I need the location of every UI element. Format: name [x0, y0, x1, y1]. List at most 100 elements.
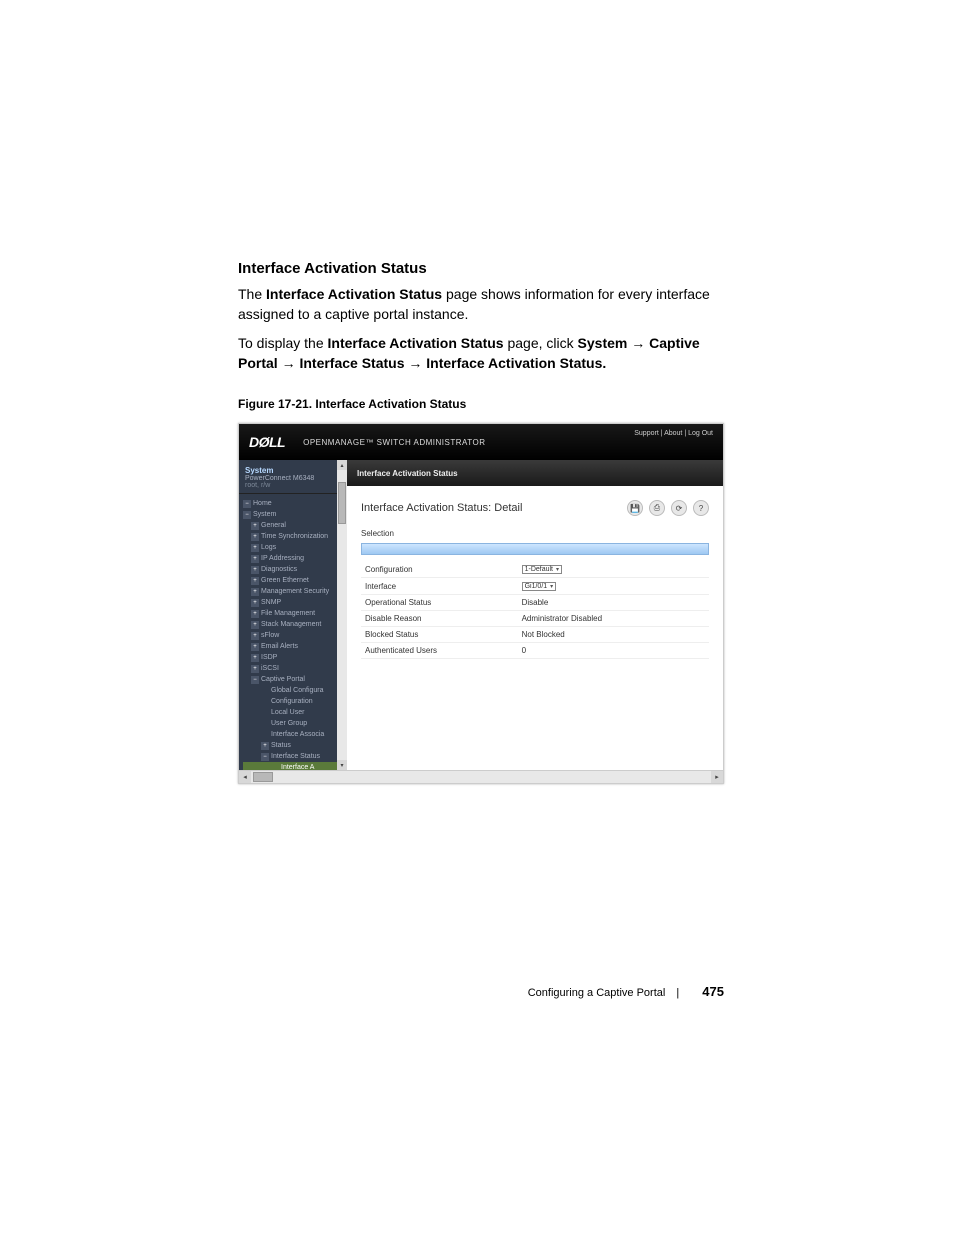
expand-icon[interactable]: + — [251, 555, 259, 563]
print-icon[interactable]: ⎙ — [649, 500, 665, 516]
expand-icon[interactable]: + — [251, 566, 259, 574]
section-heading: Interface Activation Status — [238, 260, 724, 277]
nav-item[interactable]: +Management Security — [243, 586, 347, 597]
logo: DØLL — [249, 434, 285, 450]
scroll-left-icon[interactable]: ◂ — [239, 771, 251, 783]
text: To display the — [238, 335, 328, 351]
expand-icon[interactable]: + — [261, 742, 269, 750]
nav-item[interactable]: Global Configura — [243, 685, 347, 696]
expand-icon[interactable]: + — [251, 599, 259, 607]
scrollbar-vertical[interactable]: ▴ ▾ — [337, 460, 347, 770]
blank-icon — [261, 687, 269, 695]
scroll-thumb[interactable] — [338, 482, 346, 524]
nav-item[interactable]: +Stack Management — [243, 619, 347, 630]
nav-item[interactable]: +Logs — [243, 542, 347, 553]
arrow: → — [627, 335, 649, 351]
expand-icon[interactable]: + — [251, 533, 259, 541]
sidebar-header: System PowerConnect M6348 root, r/w — [239, 460, 347, 494]
nav-item[interactable]: +iSCSI — [243, 663, 347, 674]
field-value: 1-Default▾ — [518, 561, 709, 578]
expand-icon[interactable]: + — [251, 577, 259, 585]
scrollbar-horizontal[interactable]: ◂ ▸ — [239, 770, 723, 783]
figure-caption: Figure 17-21. Interface Activation Statu… — [238, 397, 724, 411]
table-row: Blocked StatusNot Blocked — [361, 627, 709, 643]
refresh-icon[interactable]: ⟳ — [671, 500, 687, 516]
footer-sep: | — [676, 987, 679, 999]
collapse-icon[interactable]: − — [243, 500, 251, 508]
paragraph-2: To display the Interface Activation Stat… — [238, 334, 724, 373]
table-row: Authenticated Users0 — [361, 643, 709, 659]
nav-item[interactable]: +Green Ethernet — [243, 575, 347, 586]
expand-icon[interactable]: + — [251, 522, 259, 530]
expand-icon[interactable]: + — [251, 665, 259, 673]
scroll-up-icon[interactable]: ▴ — [337, 460, 347, 470]
expand-icon[interactable]: + — [251, 643, 259, 651]
nav-item[interactable]: +Email Alerts — [243, 641, 347, 652]
text-bold: Interface Activation Status — [328, 335, 504, 351]
nav-item[interactable]: +Time Synchronization — [243, 531, 347, 542]
nav-label: Stack Management — [261, 621, 321, 628]
nav-item[interactable]: −Interface Status — [243, 751, 347, 762]
expand-icon[interactable]: + — [251, 544, 259, 552]
expand-icon[interactable]: + — [251, 654, 259, 662]
nav-label: Green Ethernet — [261, 577, 309, 584]
panel-title: Interface Activation Status: Detail — [361, 502, 522, 514]
nav-label: Status — [271, 742, 291, 749]
scroll-right-icon[interactable]: ▸ — [711, 771, 723, 783]
nav-label: Captive Portal — [261, 676, 305, 683]
nav-label: File Management — [261, 610, 315, 617]
nav-item[interactable]: −Home — [243, 498, 347, 509]
nav-item[interactable]: User Group — [243, 718, 347, 729]
nav-label: Management Security — [261, 588, 329, 595]
header-links[interactable]: Support | About | Log Out — [634, 430, 713, 437]
collapse-icon[interactable]: − — [243, 511, 251, 519]
scroll-down-icon[interactable]: ▾ — [337, 760, 347, 770]
nav-item[interactable]: +Diagnostics — [243, 564, 347, 575]
dropdown[interactable]: 1-Default▾ — [522, 565, 562, 574]
field-label: Blocked Status — [361, 627, 518, 643]
expand-icon[interactable]: + — [251, 621, 259, 629]
nav-item[interactable]: Interface A — [243, 762, 347, 770]
detail-table: Configuration1-Default▾InterfaceGi1/0/1▾… — [361, 561, 709, 659]
nav-item[interactable]: Interface Associa — [243, 729, 347, 740]
collapse-icon[interactable]: − — [261, 753, 269, 761]
nav-tree: −Home−System+General+Time Synchronizatio… — [239, 494, 347, 770]
panel-title-row: Interface Activation Status: Detail 💾 ⎙ … — [361, 500, 709, 516]
field-label: Interface — [361, 578, 518, 595]
nav-label: Interface Status — [271, 753, 320, 760]
blank-icon — [261, 720, 269, 728]
nav-item[interactable]: −Captive Portal — [243, 674, 347, 685]
nav-item[interactable]: Configuration — [243, 696, 347, 707]
footer-label: Configuring a Captive Portal — [528, 987, 666, 999]
selection-bar — [361, 543, 709, 555]
nav-label: Email Alerts — [261, 643, 298, 650]
dropdown[interactable]: Gi1/0/1▾ — [522, 582, 557, 591]
nav-item[interactable]: +General — [243, 520, 347, 531]
expand-icon[interactable]: + — [251, 610, 259, 618]
save-icon[interactable]: 💾 — [627, 500, 643, 516]
expand-icon[interactable]: + — [251, 632, 259, 640]
content-inner: Interface Activation Status: Detail 💾 ⎙ … — [347, 486, 723, 770]
field-label: Operational Status — [361, 595, 518, 611]
table-row: Disable ReasonAdministrator Disabled — [361, 611, 709, 627]
field-label: Disable Reason — [361, 611, 518, 627]
field-label: Authenticated Users — [361, 643, 518, 659]
nav-item[interactable]: +sFlow — [243, 630, 347, 641]
nav-item[interactable]: +SNMP — [243, 597, 347, 608]
nav-item[interactable]: +Status — [243, 740, 347, 751]
nav-label: User Group — [271, 720, 307, 727]
nav-label: Interface Associa — [271, 731, 324, 738]
scroll-thumb-h[interactable] — [253, 772, 273, 782]
expand-icon[interactable]: + — [251, 588, 259, 596]
nav-item[interactable]: Local User — [243, 707, 347, 718]
nav-item[interactable]: −System — [243, 509, 347, 520]
app-body: System PowerConnect M6348 root, r/w −Hom… — [239, 460, 723, 770]
chevron-down-icon: ▾ — [556, 566, 559, 573]
nav-item[interactable]: +ISDP — [243, 652, 347, 663]
table-row: Operational StatusDisable — [361, 595, 709, 611]
help-icon[interactable]: ? — [693, 500, 709, 516]
nav-item[interactable]: +IP Addressing — [243, 553, 347, 564]
field-value: 0 — [518, 643, 709, 659]
nav-item[interactable]: +File Management — [243, 608, 347, 619]
collapse-icon[interactable]: − — [251, 676, 259, 684]
